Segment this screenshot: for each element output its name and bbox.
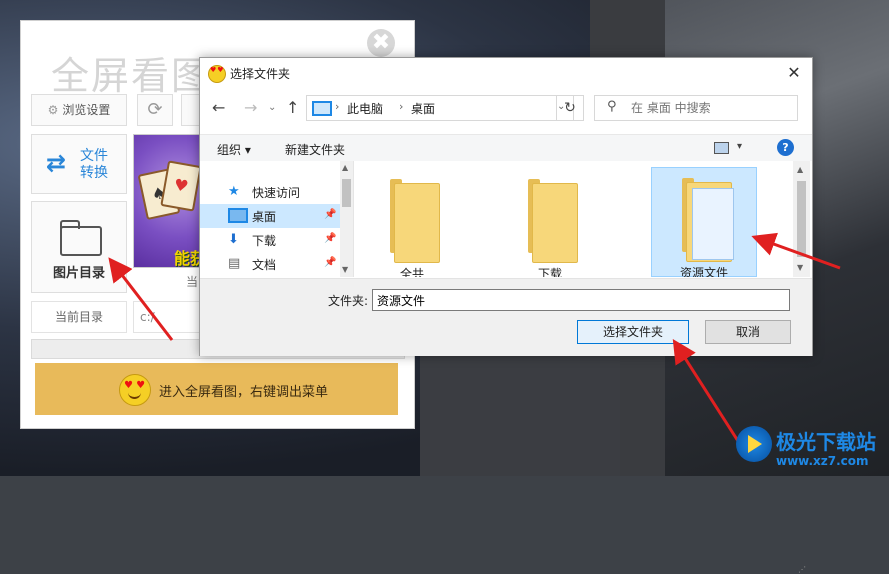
organize-label: 组织: [217, 143, 242, 157]
dialog-close-button[interactable]: ✕: [782, 62, 806, 84]
scroll-down-icon[interactable]: ▼: [797, 263, 803, 272]
desktop-icon: [228, 208, 248, 223]
breadcrumb-desktop[interactable]: 桌面: [411, 100, 435, 117]
select-folder-button[interactable]: 选择文件夹: [577, 320, 689, 344]
this-pc-icon: [312, 101, 332, 116]
breadcrumb-separator-icon: ›: [335, 100, 340, 113]
dialog-title: 选择文件夹: [230, 67, 291, 81]
folder-item-resources[interactable]: 资源文件: [651, 167, 757, 277]
card-heart: ♥: [160, 160, 202, 212]
breadcrumb-separator-icon: ›: [399, 100, 404, 113]
address-bar[interactable]: › 此电脑 › 桌面 ⌄: [306, 95, 574, 121]
navigation-pane: ★ 快速访问 桌面 📌 ⬇ 下载 📌 ▤ 文档 📌: [200, 161, 354, 277]
nav-item-label: 快速访问: [252, 186, 301, 200]
site-logo-icon: [736, 426, 772, 462]
nav-item-label: 桌面: [252, 210, 277, 224]
folder-icon: [532, 183, 578, 263]
app-close-button[interactable]: ✖: [367, 29, 395, 57]
document-icon: ▤: [228, 256, 241, 271]
search-icon: ⚲: [607, 99, 617, 114]
file-convert-label: 文件 转换: [80, 148, 108, 182]
folder-field-label: 文件夹:: [328, 294, 369, 308]
document-preview-icon: [692, 188, 734, 260]
star-icon: ★: [228, 184, 240, 199]
image-directory-button[interactable]: 图片目录: [31, 201, 127, 293]
pin-icon: 📌: [324, 257, 337, 268]
swap-arrows-icon: ⇄: [46, 149, 67, 177]
file-list-scrollbar[interactable]: ▲ ▼: [793, 161, 810, 277]
folder-name-input[interactable]: [372, 289, 790, 311]
dialog-toolbar: 组织 ▾ 新建文件夹 ▾ ?: [200, 134, 812, 161]
folder-label: 全共: [399, 267, 424, 277]
watermark-name: 极光下载站: [776, 430, 876, 454]
search-input[interactable]: [629, 99, 793, 117]
browse-settings-button[interactable]: ⚙ 浏览设置: [31, 94, 127, 126]
cancel-button[interactable]: 取消: [705, 320, 791, 344]
file-convert-line2: 转换: [80, 165, 108, 181]
dialog-titlebar: 选择文件夹 ✕: [200, 58, 812, 88]
nav-item-quick-access[interactable]: ★ 快速访问: [200, 180, 340, 204]
app-title: 全屏看图: [51, 54, 212, 98]
nav-item-desktop[interactable]: 桌面 📌: [200, 204, 340, 228]
current-label-partial: 当: [186, 275, 199, 289]
file-list: 全共 下载 资源文件: [358, 161, 792, 277]
pin-icon: 📌: [324, 233, 337, 244]
folder-open-icon: [60, 220, 102, 256]
navigation-bar: ← → ⌄ ↑ › 此电脑 › 桌面 ⌄ ↻ ⚲: [200, 90, 812, 124]
refresh-icon: ↻: [564, 100, 576, 116]
file-convert-button[interactable]: ⇄ 文件 转换: [31, 134, 127, 194]
scroll-down-icon[interactable]: ▼: [342, 265, 348, 274]
nav-item-label: 文档: [252, 258, 277, 272]
dialog-footer: 文件夹: 选择文件夹 取消 ⋰: [200, 278, 812, 574]
image-directory-label: 图片目录: [52, 266, 105, 281]
nav-item-downloads[interactable]: ⬇ 下载 📌: [200, 228, 340, 252]
select-folder-dialog: 选择文件夹 ✕ ← → ⌄ ↑ › 此电脑 › 桌面 ⌄ ↻ ⚲ 组织 ▾ 新建…: [199, 57, 813, 574]
scroll-up-icon[interactable]: ▲: [797, 165, 803, 174]
scrollbar-thumb[interactable]: [797, 181, 806, 257]
pin-icon: 📌: [324, 209, 337, 220]
browse-settings-label: 浏览设置: [62, 103, 111, 117]
download-arrow-icon: ⬇: [228, 232, 239, 247]
folder-item-all[interactable]: 全共: [360, 169, 464, 277]
refresh-button[interactable]: ⟳: [137, 94, 173, 126]
watermark-url: www.xz7.com: [776, 454, 869, 468]
scrollbar-thumb[interactable]: [342, 179, 351, 207]
nav-item-documents[interactable]: ▤ 文档 📌: [200, 252, 340, 276]
new-folder-button[interactable]: 新建文件夹: [285, 141, 345, 158]
scroll-up-icon[interactable]: ▲: [342, 163, 348, 172]
gear-icon: ⚙: [47, 103, 59, 117]
view-dropdown-chevron-icon[interactable]: ▾: [737, 141, 742, 152]
search-box[interactable]: ⚲: [594, 95, 798, 121]
folder-label: 下载: [537, 267, 562, 277]
forward-arrow-icon[interactable]: →: [244, 98, 257, 117]
back-arrow-icon[interactable]: ←: [212, 98, 225, 117]
breadcrumb-this-pc[interactable]: 此电脑: [347, 100, 383, 117]
watermark: 极光下载站 www.xz7.com: [736, 424, 886, 474]
desktop-bottom-area: [420, 355, 620, 476]
organize-menu-button[interactable]: 组织 ▾: [217, 141, 251, 158]
current-directory-label: 当前目录: [31, 301, 127, 333]
refresh-button[interactable]: ↻: [556, 95, 584, 121]
enter-fullscreen-button[interactable]: 进入全屏看图，右键调出菜单: [35, 363, 398, 415]
view-options-icon[interactable]: [714, 142, 729, 154]
folder-item-downloads[interactable]: 下载: [498, 169, 602, 277]
nav-pane-scrollbar[interactable]: ▲ ▼: [340, 161, 353, 277]
nav-item-label: 下载: [252, 234, 277, 248]
folder-label: 资源文件: [679, 266, 728, 277]
folder-icon: [394, 183, 440, 263]
file-convert-line1: 文件: [80, 148, 108, 164]
heart-eyes-emoji-icon: [119, 374, 151, 406]
refresh-icon: ⟳: [147, 99, 163, 120]
resize-grip-icon[interactable]: ⋰: [798, 565, 806, 574]
heart-eyes-emoji-icon: [208, 65, 226, 83]
help-button[interactable]: ?: [777, 139, 794, 156]
recent-locations-chevron-icon[interactable]: ⌄: [268, 102, 276, 113]
playing-cards-icon: ♠ ♥: [137, 160, 202, 223]
up-arrow-icon[interactable]: ↑: [286, 98, 299, 117]
enter-fullscreen-label: 进入全屏看图，右键调出菜单: [159, 385, 329, 400]
